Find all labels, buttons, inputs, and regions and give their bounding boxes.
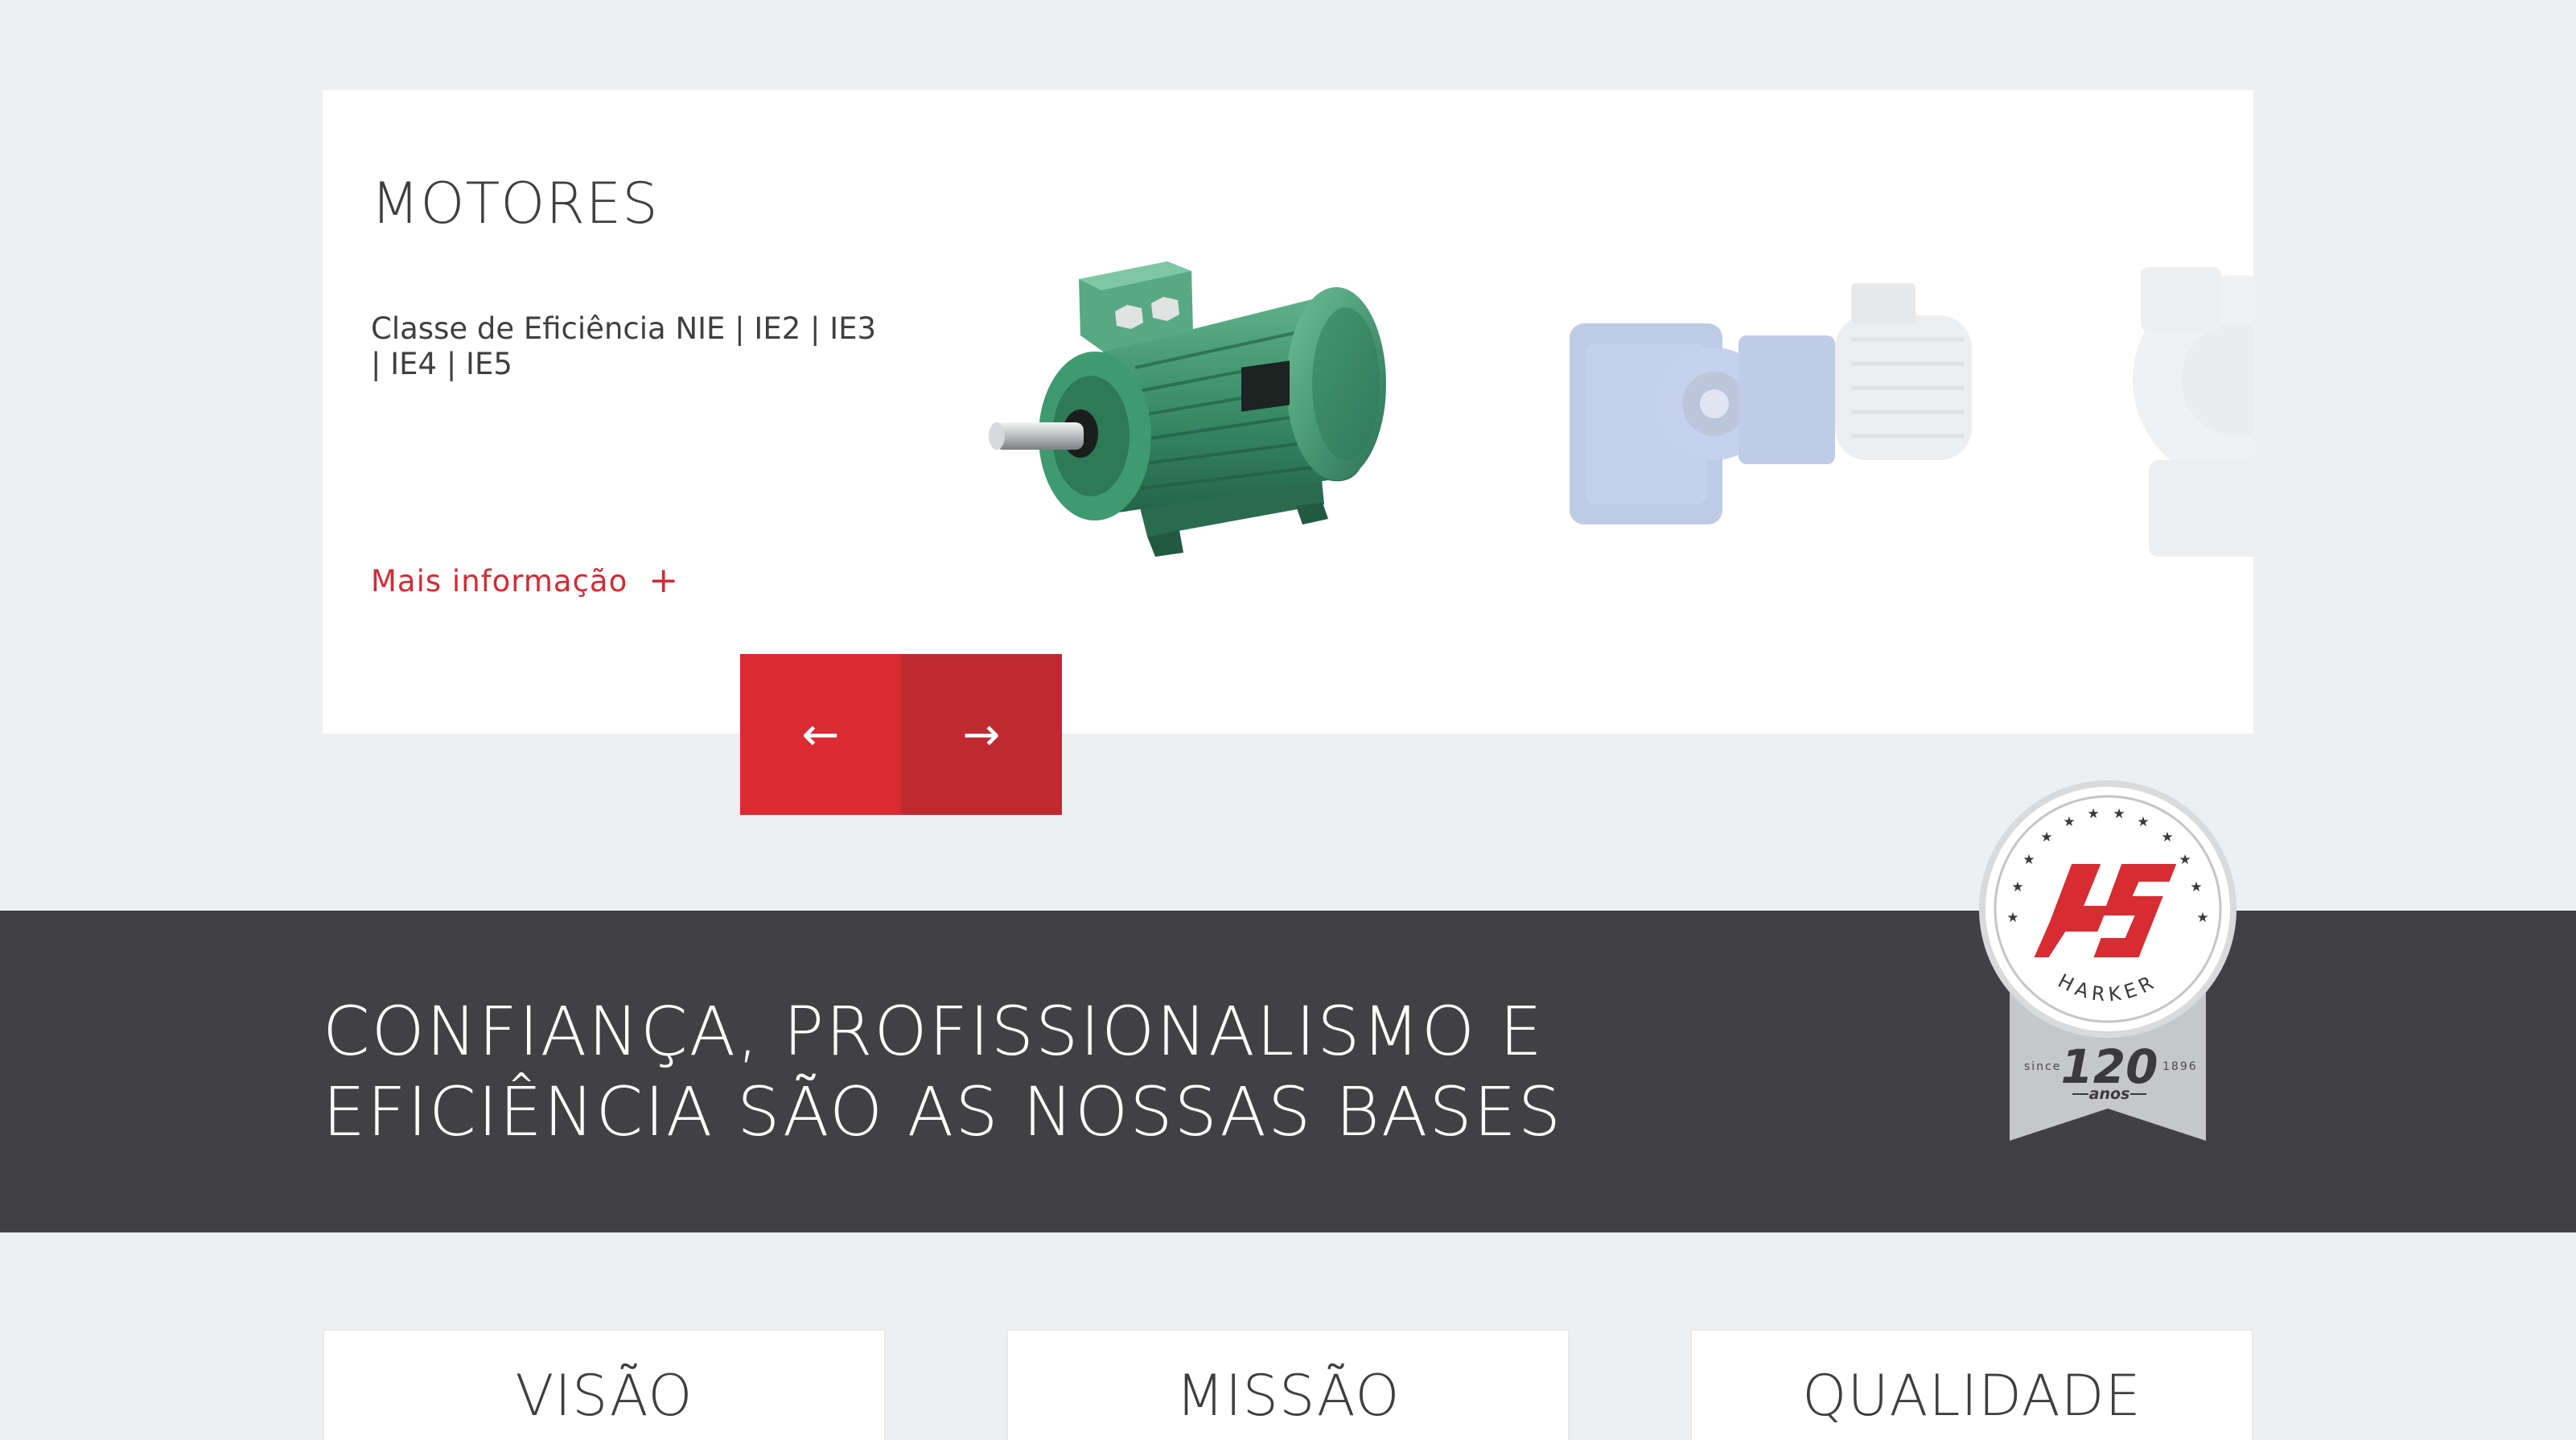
product-title: MOTORES <box>371 171 659 237</box>
value-box-vision[interactable]: VISÃO <box>323 1329 886 1440</box>
electric-motor-image[interactable] <box>982 247 1401 577</box>
seal-year: 1896 <box>2162 1060 2198 1073</box>
svg-text:★: ★ <box>2113 806 2125 822</box>
seal-unit: anos <box>2089 1085 2130 1103</box>
slider-nav: ← → <box>740 654 1062 815</box>
gear-motor-image[interactable] <box>1562 275 1996 549</box>
svg-text:★: ★ <box>2006 910 2018 926</box>
value-box-title: MISSÃO <box>1175 1363 1401 1429</box>
value-box-title: QUALIDADE <box>1802 1363 2142 1429</box>
svg-text:★: ★ <box>2161 829 2173 845</box>
svg-text:★: ★ <box>2040 829 2052 845</box>
svg-text:★: ★ <box>2011 879 2023 895</box>
arrow-right-icon: → <box>962 708 1001 761</box>
more-info-link[interactable]: Mais informação + <box>371 563 679 599</box>
anniversary-seal: ★ ★ ★ ★ ★ ★ ★ ★ ★ ★ ★ ★ HARKER since 189… <box>1979 780 2237 1141</box>
reducer-image[interactable] <box>2117 251 2253 573</box>
svg-text:★: ★ <box>2190 879 2202 895</box>
banner-title: CONFIANÇA, PROFISSIONALISMO E EFICIÊNCIA… <box>323 992 1563 1151</box>
arrow-left-icon: ← <box>801 708 840 761</box>
svg-text:★: ★ <box>2023 852 2035 868</box>
value-box-mission[interactable]: MISSÃO <box>1006 1329 1570 1440</box>
more-info-label: Mais informação <box>371 563 628 599</box>
seal-since-label: since <box>2024 1060 2061 1073</box>
values-boxes: VISÃO MISSÃO QUALIDADE <box>323 1329 2253 1440</box>
svg-text:★: ★ <box>2196 910 2208 926</box>
value-box-quality[interactable]: QUALIDADE <box>1690 1329 2253 1440</box>
svg-text:★: ★ <box>2137 814 2149 830</box>
svg-text:★: ★ <box>2087 806 2099 822</box>
slider-next-button[interactable]: → <box>901 654 1062 815</box>
svg-text:★: ★ <box>2179 852 2191 868</box>
slider-prev-button[interactable]: ← <box>740 654 901 815</box>
product-description: Classe de Eficiência NIE | IE2 | IE3 | I… <box>371 311 877 381</box>
value-box-title: VISÃO <box>515 1363 693 1429</box>
plus-icon: + <box>648 560 680 601</box>
product-slider-card: MOTORES Classe de Eficiência NIE | IE2 |… <box>323 90 2253 734</box>
svg-text:★: ★ <box>2063 814 2075 830</box>
